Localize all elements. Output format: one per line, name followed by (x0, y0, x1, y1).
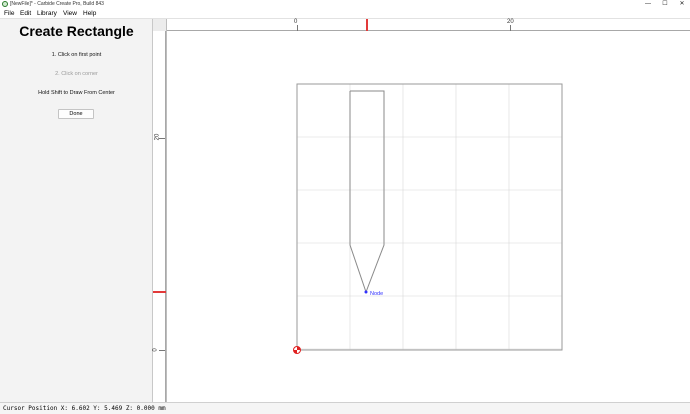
cursor-position-readout: Cursor Position X: 6.602 Y: 5.469 Z: 0.0… (3, 405, 166, 412)
grid-lines (297, 84, 562, 350)
node-marker-icon[interactable] (364, 290, 368, 294)
drawn-shape[interactable] (349, 90, 385, 294)
stock-boundary (296, 83, 563, 351)
minimize-icon[interactable]: — (643, 0, 653, 9)
instruction-step-1: 1. Click on first point (51, 52, 102, 58)
ruler-label-x0: 0 (294, 19, 298, 25)
node-label: Node (370, 291, 383, 297)
menu-file[interactable]: File (4, 9, 14, 19)
ruler-tick (159, 350, 165, 351)
instruction-step-2: 2. Click on corner (55, 71, 98, 77)
title-bar: [NewFile]* - Carbide Create Pro, Build 8… (0, 0, 690, 9)
menu-bar: File Edit Library View Help (0, 9, 690, 19)
canvas-drawing: Node (293, 83, 563, 354)
tool-panel: Create Rectangle 1. Click on first point… (0, 19, 153, 402)
shift-hint: Hold Shift to Draw From Center (38, 90, 115, 96)
close-icon[interactable]: ✕ (677, 0, 687, 9)
app-logo-icon (2, 1, 8, 7)
menu-help[interactable]: Help (83, 9, 96, 19)
origin-marker-icon[interactable] (293, 346, 301, 354)
ruler-label-y20: 20 (154, 133, 161, 141)
design-canvas[interactable]: Node (167, 31, 690, 402)
vertical-ruler: 20 0 (153, 31, 166, 402)
ruler-label-y0: 0 (152, 348, 159, 352)
ruler-label-x20: 20 (507, 19, 514, 25)
ruler-cursor-marker (153, 291, 166, 293)
status-bar: Cursor Position X: 6.602 Y: 5.469 Z: 0.0… (0, 402, 690, 414)
window-title: [NewFile]* - Carbide Create Pro, Build 8… (10, 1, 104, 7)
menu-library[interactable]: Library (37, 9, 57, 19)
horizontal-ruler: 0 20 (167, 19, 690, 31)
menu-view[interactable]: View (63, 9, 77, 19)
panel-title: Create Rectangle (19, 23, 134, 39)
done-button[interactable]: Done (58, 109, 94, 119)
maximize-icon[interactable]: ☐ (660, 0, 670, 9)
ruler-cursor-marker (366, 19, 368, 31)
menu-edit[interactable]: Edit (20, 9, 31, 19)
